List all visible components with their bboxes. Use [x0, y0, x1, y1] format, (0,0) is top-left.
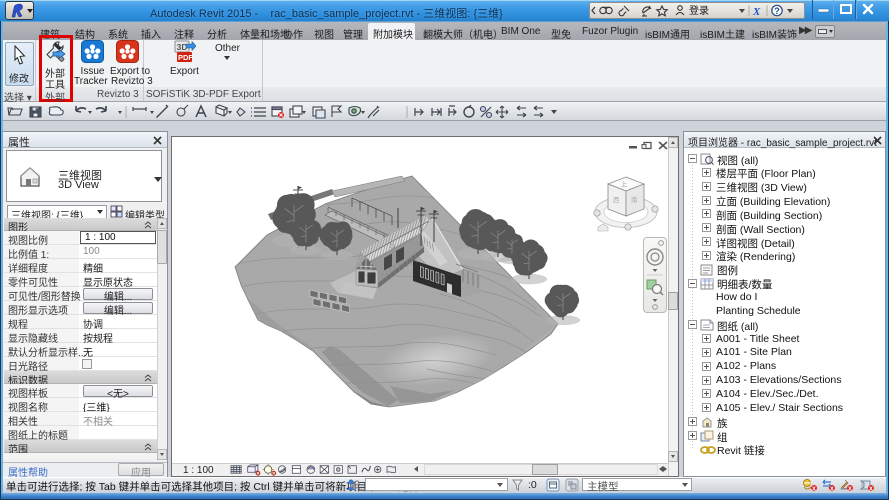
- svg-text:x: x: [830, 486, 834, 492]
- svg-text:?: ?: [774, 6, 780, 16]
- svg-text:登录: 登录: [689, 4, 709, 17]
- svg-text:X: X: [752, 6, 761, 18]
- svg-text:x: x: [869, 486, 873, 492]
- svg-text:x: x: [812, 486, 816, 492]
- svg-text:PDF: PDF: [178, 53, 193, 62]
- svg-text:x: x: [848, 486, 852, 492]
